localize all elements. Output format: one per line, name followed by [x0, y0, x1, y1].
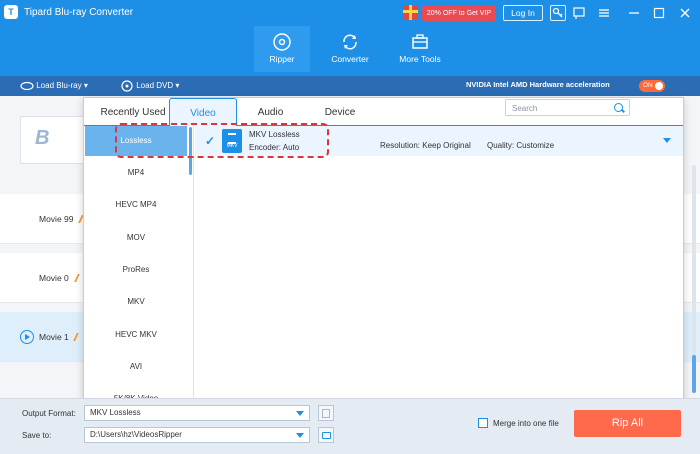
bottom-bar: Output Format: MKV Lossless Save to: D:\… [0, 398, 700, 454]
vip-offer-button[interactable]: 20% OFF to Get VIP [422, 6, 496, 21]
load-toolbar: Load Blu-ray ▾ Load DVD ▾ NVIDIA Intel A… [0, 76, 700, 96]
save-to-path: D:\Users\hz\VideosRipper [90, 430, 182, 439]
load-bluray-label: Load Blu-ray [36, 81, 82, 90]
movie-title: Movie 99 [39, 214, 74, 224]
output-format-value: MKV Lossless [90, 408, 141, 417]
chevron-down-icon: ▾ [175, 81, 180, 91]
play-icon[interactable] [20, 330, 34, 344]
chevron-down-icon [296, 433, 304, 438]
folder-icon [322, 432, 331, 439]
hardware-acceleration-toggle[interactable]: ON [639, 80, 665, 92]
tab-audio[interactable]: Audio [248, 98, 293, 126]
rip-all-button[interactable]: Rip All [574, 410, 681, 437]
tab-more-tools-label: More Tools [399, 54, 441, 64]
copy-icon [322, 409, 330, 418]
category-mkv[interactable]: MKV [85, 287, 187, 317]
highlight-annotation [115, 123, 329, 158]
category-avi[interactable]: AVI [85, 352, 187, 382]
app-title: Tipard Blu-ray Converter [24, 7, 134, 18]
save-to-label: Save to: [22, 431, 52, 440]
load-bluray-button[interactable]: Load Blu-ray ▾ [20, 80, 88, 92]
search-box[interactable] [505, 99, 630, 116]
movie-title: Movie 0 [39, 273, 69, 283]
minimize-icon[interactable] [626, 5, 642, 21]
preset-quality: Quality: Customize [487, 141, 555, 150]
menu-icon[interactable] [596, 5, 612, 21]
category-hevc-mp4[interactable]: HEVC MP4 [85, 190, 187, 220]
chevron-down-icon[interactable] [663, 138, 671, 143]
open-folder-button[interactable] [318, 427, 334, 443]
feedback-icon[interactable] [571, 5, 587, 21]
mode-tabs: Ripper Converter More Tools [0, 26, 700, 76]
key-icon[interactable] [550, 5, 566, 21]
dvd-disc-icon [121, 80, 133, 92]
tab-ripper-label: Ripper [269, 54, 295, 64]
category-prores[interactable]: ProRes [85, 255, 187, 285]
hardware-acceleration-label: NVIDIA Intel AMD Hardware acceleration [466, 80, 610, 89]
output-format-label: Output Format: [22, 409, 76, 418]
close-icon[interactable] [677, 5, 693, 21]
category-mov[interactable]: MOV [85, 223, 187, 253]
search-input[interactable] [512, 102, 607, 114]
search-icon[interactable] [614, 103, 623, 112]
edit-icon[interactable] [73, 333, 83, 341]
chevron-down-icon: ▾ [83, 81, 88, 90]
output-settings-button[interactable] [318, 405, 334, 421]
load-dvd-button[interactable]: Load DVD ▾ [120, 80, 179, 92]
format-tabs: Recently Used Video Audio Device [84, 98, 683, 127]
save-to-select[interactable]: D:\Users\hz\VideosRipper [84, 427, 310, 443]
merge-checkbox[interactable] [478, 418, 488, 428]
load-dvd-label: Load DVD [136, 81, 174, 91]
category-hevc-mkv[interactable]: HEVC MKV [85, 320, 187, 350]
login-button[interactable]: Log In [503, 5, 543, 21]
bluray-disc-icon [20, 81, 34, 90]
convert-icon [343, 34, 357, 50]
tab-ripper[interactable]: Ripper [254, 26, 310, 72]
tab-more-tools[interactable]: More Tools [392, 26, 448, 72]
tab-converter-label: Converter [331, 54, 369, 64]
toolbox-icon [412, 34, 428, 49]
title-bar: T Tipard Blu-ray Converter 20% OFF to Ge… [0, 0, 700, 26]
gift-icon[interactable] [403, 5, 418, 20]
chevron-down-icon [296, 411, 304, 416]
output-format-select[interactable]: MKV Lossless [84, 405, 310, 421]
bluray-logo-icon: B [35, 127, 50, 149]
merge-label: Merge into one file [493, 419, 559, 428]
tab-device[interactable]: Device [317, 98, 363, 126]
movie-title: Movie 1 [39, 332, 69, 342]
disc-icon [273, 33, 291, 51]
tab-converter[interactable]: Converter [322, 26, 378, 72]
list-scrollbar-thumb[interactable] [692, 355, 696, 393]
app-logo-icon: T [4, 5, 18, 19]
category-mp4[interactable]: MP4 [85, 158, 187, 188]
preset-list: ✓ MKV MKV Lossless Encoder: Auto Resolut… [195, 126, 683, 402]
tab-recently-used[interactable]: Recently Used [94, 98, 172, 126]
preset-resolution: Resolution: Keep Original [380, 141, 471, 150]
format-category-list: Lossless MP4 HEVC MP4 MOV ProRes MKV HEV… [84, 126, 194, 402]
maximize-icon[interactable] [651, 5, 667, 21]
